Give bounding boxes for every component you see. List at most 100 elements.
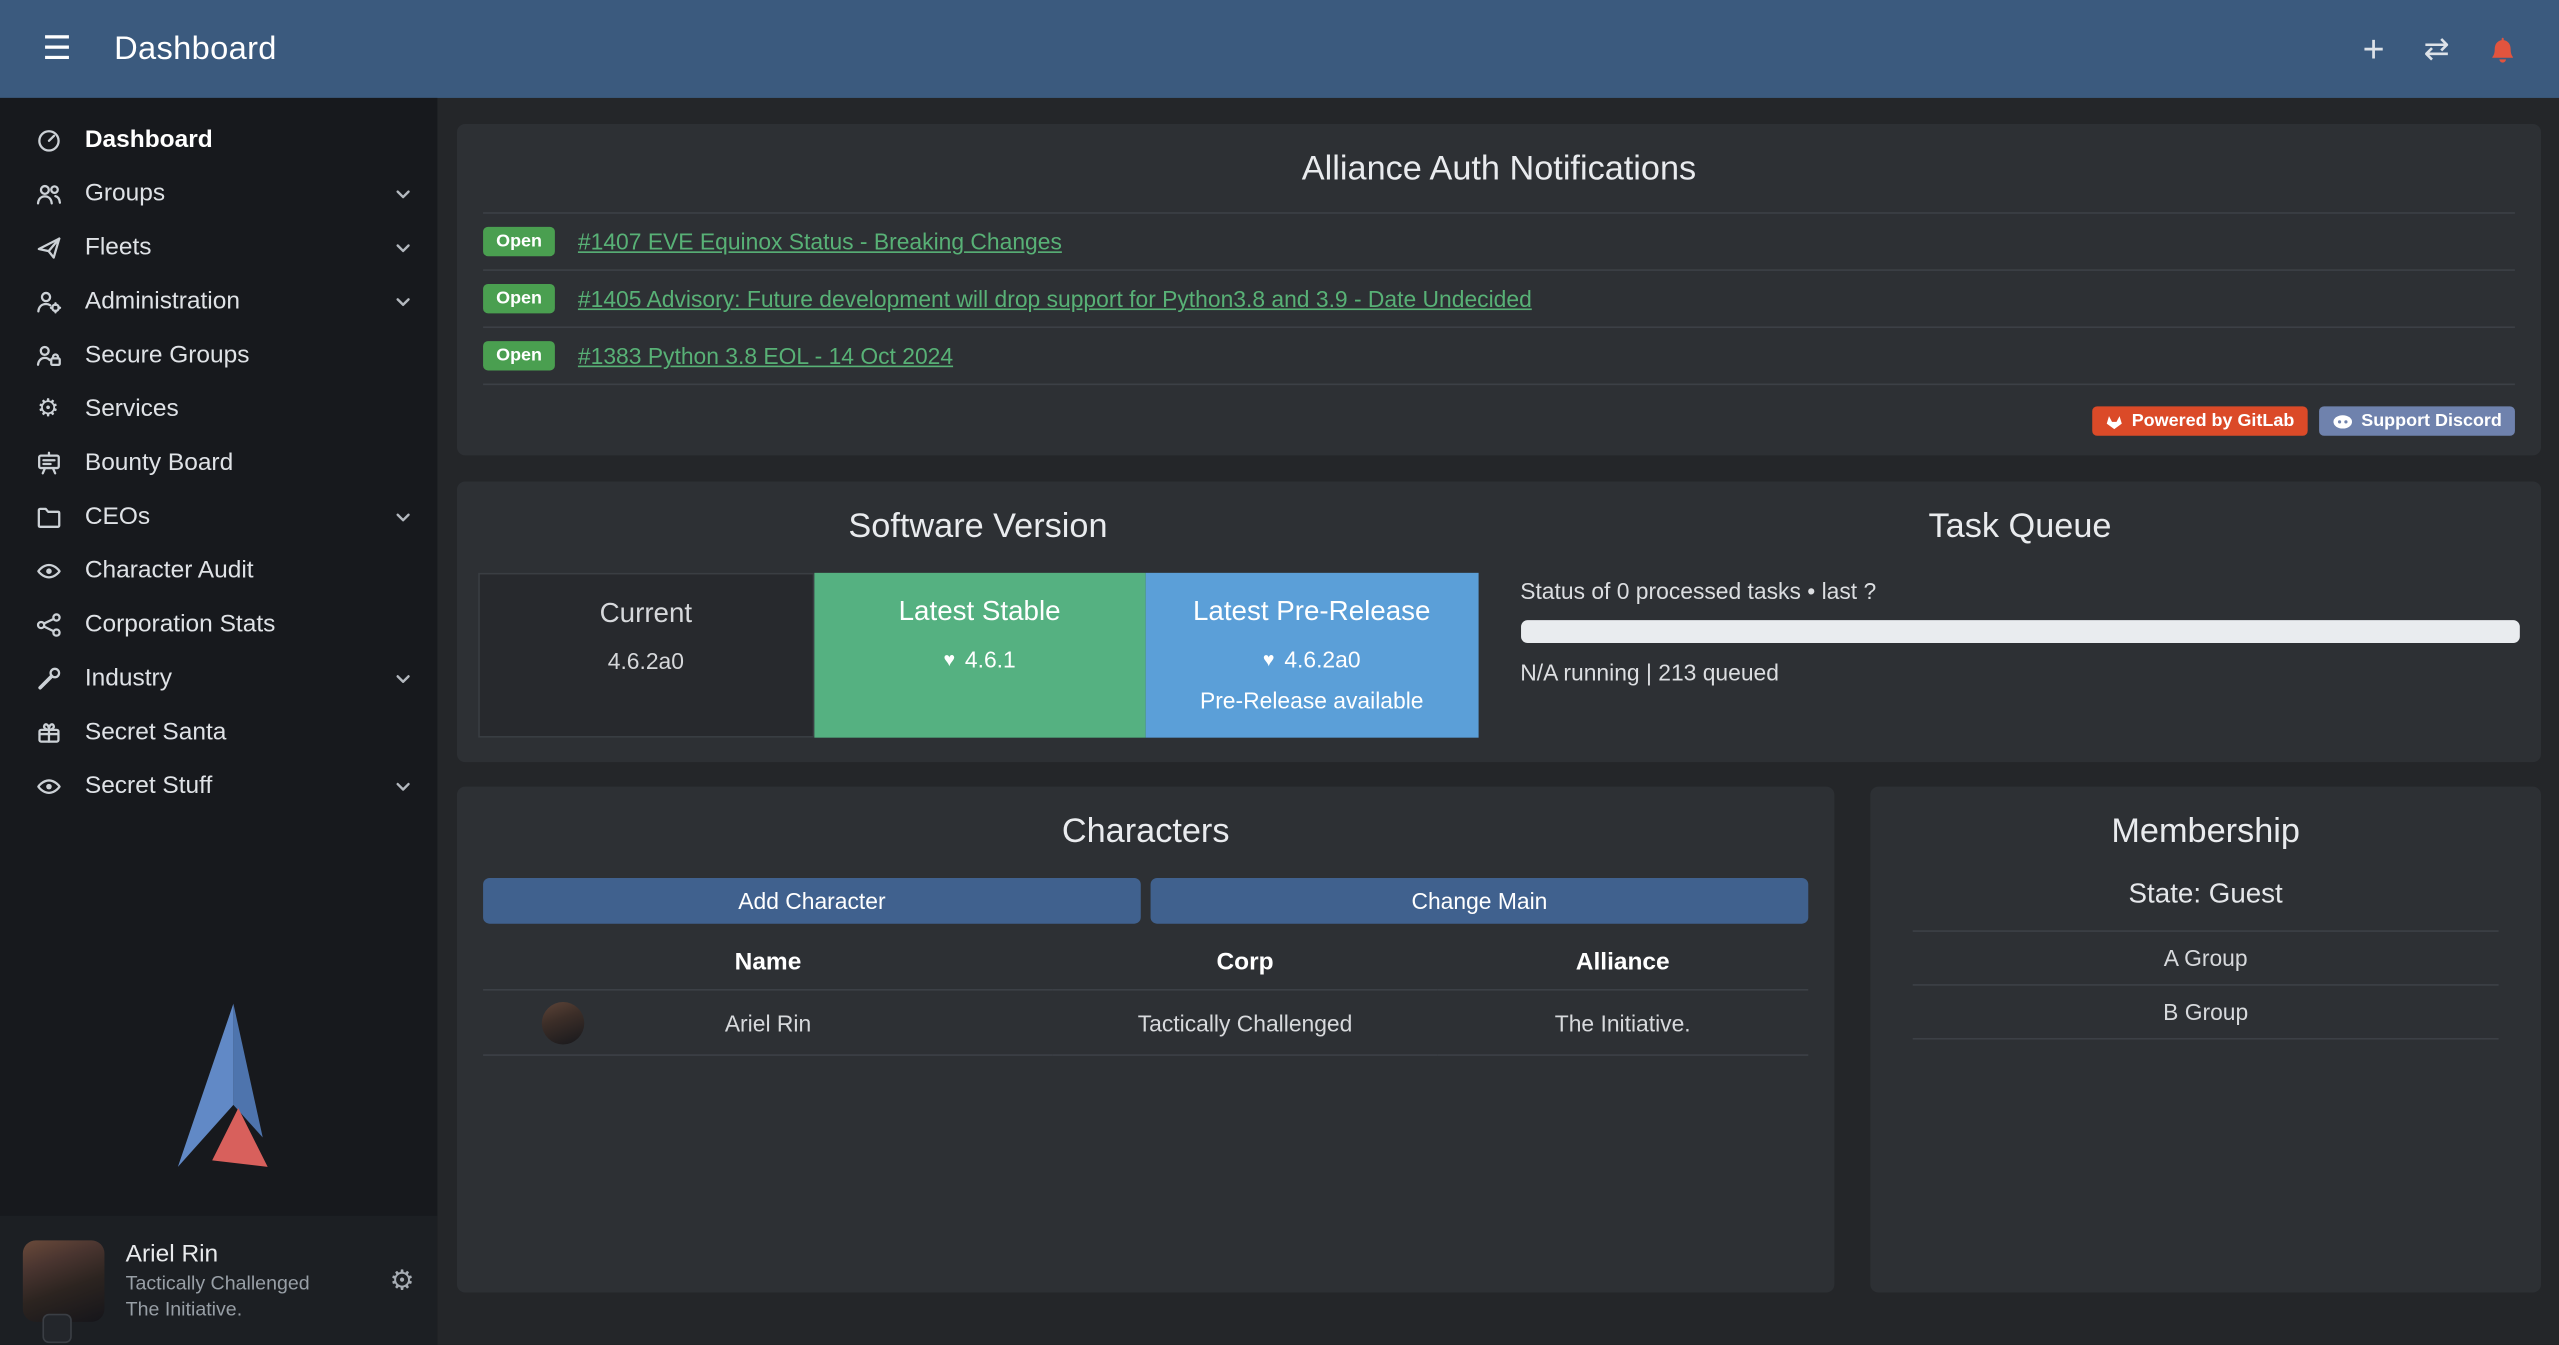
notification-link[interactable]: #1405 Advisory: Future development will … [578,286,1532,312]
sidebar-item-label: Groups [85,180,371,208]
column-header-alliance: Alliance [1437,937,1808,990]
shuffle-icon[interactable]: ⇄ [2424,33,2450,64]
latest-stable-label: Latest Stable [899,596,1061,629]
release-heart-icon: ♥ [1263,650,1275,670]
bottom-row: Characters Add Character Change Main Nam… [457,787,2541,1293]
sidebar-item-label: Administration [85,287,371,315]
table-row: Ariel Rin Tactically Challenged The Init… [483,990,1808,1055]
sidebar-item-label: Secure Groups [85,341,415,369]
software-version-section: Software Version Current 4.6.2a0 Latest … [457,502,1499,739]
chevron-down-icon [392,505,415,528]
settings-gear-icon[interactable]: ⚙ [390,1266,415,1294]
sidebar-item-label: Dashboard [85,126,415,154]
notifications-title: Alliance Auth Notifications [483,150,2515,189]
sidebar-item-services[interactable]: ⚙ Services [0,382,437,436]
eye-icon [33,557,64,583]
column-header-corp: Corp [1053,937,1437,990]
top-navbar: ☰ Dashboard + ⇄ [0,0,2559,98]
chevron-down-icon [392,236,415,259]
share-nodes-icon [33,611,64,637]
notification-bell-icon[interactable] [2489,35,2517,63]
gitlab-badge[interactable]: Powered by GitLab [2093,407,2308,437]
character-alliance: The Initiative. [1437,990,1808,1055]
latest-prerelease-version: ♥ 4.6.2a0 [1263,647,1361,673]
latest-stable-version-text: 4.6.1 [965,647,1016,673]
discord-icon [2332,413,2353,431]
list-item: B Group [1913,986,2499,1040]
membership-groups: A Group B Group [1913,931,2499,1040]
page-title: Dashboard [114,30,277,68]
notification-link[interactable]: #1407 EVE Equinox Status - Breaking Chan… [578,229,1062,255]
software-version-panels: Current 4.6.2a0 Latest Stable ♥ 4.6.1 La… [478,573,1478,738]
sidebar-item-secure-groups[interactable]: Secure Groups [0,328,437,382]
menu-icon[interactable]: ☰ [42,33,71,66]
add-icon[interactable]: + [2363,30,2385,68]
layout: Dashboard Groups Fleets [0,98,2559,1345]
character-name: Ariel Rin [725,1010,811,1036]
sidebar-item-corporation-stats[interactable]: Corporation Stats [0,597,437,651]
eye-icon [33,773,64,799]
sidebar-item-label: Bounty Board [85,449,415,477]
sidebar-item-secret-stuff[interactable]: Secret Stuff [0,759,437,813]
latest-stable-version: ♥ 4.6.1 [943,647,1015,673]
sidebar-item-administration[interactable]: Administration [0,274,437,328]
task-queue-progress-bar [1520,621,2520,644]
sidebar-item-dashboard[interactable]: Dashboard [0,113,437,167]
task-queue-status: Status of 0 processed tasks • last ? [1520,578,2520,604]
prerelease-note: Pre-Release available [1200,688,1424,714]
sidebar-item-label: CEOs [85,503,371,531]
change-main-button[interactable]: Change Main [1151,879,1809,925]
notifications-list: Open #1407 EVE Equinox Status - Breaking… [483,212,2515,385]
notifications-card: Alliance Auth Notifications Open #1407 E… [457,124,2541,456]
latest-prerelease-label: Latest Pre-Release [1193,596,1431,629]
sidebar: Dashboard Groups Fleets [0,98,437,1345]
sidebar-item-ceos[interactable]: CEOs [0,490,437,544]
sidebar-item-industry[interactable]: Industry [0,651,437,705]
user-gear-icon [33,288,64,314]
characters-buttons: Add Character Change Main [483,879,1808,925]
alliance-auth-logo [0,1000,437,1215]
character-avatar [542,1003,584,1045]
characters-card: Characters Add Character Change Main Nam… [457,787,1834,1293]
membership-title: Membership [1893,813,2518,852]
sidebar-item-label: Fleets [85,233,371,261]
main-content: Alliance Auth Notifications Open #1407 E… [437,98,2559,1345]
list-item: A Group [1913,932,2499,986]
column-header-name: Name [483,937,1053,990]
discord-badge[interactable]: Support Discord [2319,407,2515,437]
sidebar-item-fleets[interactable]: Fleets [0,220,437,274]
character-corp: Tactically Challenged [1053,990,1437,1055]
gear-icon: ⚙ [33,397,64,421]
notifications-footer: Powered by GitLab Support Discord [483,386,2515,437]
status-badge: Open [483,227,555,257]
chevron-down-icon [392,774,415,797]
sidebar-item-label: Character Audit [85,557,415,585]
notification-row: Open #1383 Python 3.8 EOL - 14 Oct 2024 [483,328,2515,385]
sidebar-item-label: Industry [85,664,371,692]
status-badge: Open [483,341,555,371]
folder-icon [33,503,64,529]
user-panel: Ariel Rin Tactically Challenged The Init… [0,1216,437,1345]
release-heart-icon: ♥ [943,650,955,670]
status-badge: Open [483,284,555,314]
user-alliance: The Initiative. [126,1297,310,1320]
gift-icon [33,719,64,745]
corp-logo [42,1314,71,1343]
characters-title: Characters [483,813,1808,852]
billboard-icon [33,450,64,476]
sidebar-item-groups[interactable]: Groups [0,166,437,220]
sidebar-item-label: Secret Stuff [85,772,371,800]
notification-link[interactable]: #1383 Python 3.8 EOL - 14 Oct 2024 [578,343,953,369]
add-character-button[interactable]: Add Character [483,879,1141,925]
sidebar-item-character-audit[interactable]: Character Audit [0,543,437,597]
task-queue-section: Task Queue Status of 0 processed tasks •… [1499,502,2541,739]
paper-plane-icon [33,234,64,260]
status-card: Software Version Current 4.6.2a0 Latest … [457,482,2541,763]
current-label: Current [600,598,693,631]
user-name: Ariel Rin [126,1240,310,1268]
sidebar-item-secret-santa[interactable]: Secret Santa [0,705,437,759]
characters-table: Name Corp Alliance Ariel Rin [483,937,1808,1056]
discord-badge-label: Support Discord [2361,412,2502,432]
sidebar-item-label: Secret Santa [85,718,415,746]
sidebar-item-bounty-board[interactable]: Bounty Board [0,436,437,490]
